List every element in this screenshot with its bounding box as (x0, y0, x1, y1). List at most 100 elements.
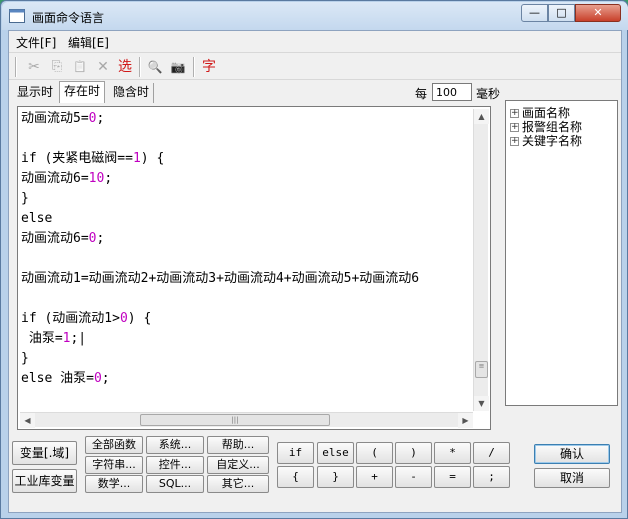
code-text: else (21, 211, 53, 226)
copy-icon[interactable]: ⎘ (47, 57, 67, 77)
code-text: if (夹紧电磁阀== (21, 151, 133, 166)
minimize-button[interactable]: — (521, 4, 548, 22)
tree-item-label: 报警组名称 (522, 120, 583, 134)
help-button[interactable]: 帮助... (207, 436, 269, 454)
string-functions-button[interactable]: 字符串... (85, 456, 143, 474)
interval-unit-label: 毫秒 (476, 87, 501, 101)
scroll-right-icon[interactable]: ▶ (458, 413, 473, 428)
math-functions-button[interactable]: 数学... (85, 475, 143, 493)
replace-icon[interactable]: 📷 (168, 57, 188, 77)
operator-button[interactable]: ( (356, 442, 393, 464)
operator-button[interactable]: else (317, 442, 354, 464)
sql-functions-button[interactable]: SQL... (146, 475, 204, 493)
find-binoculars-icon[interactable]: 🔍 (145, 57, 165, 77)
other-functions-button[interactable]: 其它... (207, 475, 269, 493)
code-line[interactable]: else (21, 209, 52, 229)
scroll-up-icon[interactable]: ▲ (474, 109, 489, 124)
name-tree-view[interactable]: + 画面名称 + 报警组名称 + 关键字名称 (505, 100, 618, 406)
tab-exist-time[interactable]: 存在时 (59, 81, 106, 103)
code-line[interactable]: 动画流动6=0; (21, 229, 104, 249)
expand-plus-icon[interactable]: + (510, 137, 519, 146)
variable-field-button[interactable]: 变量[.域] (12, 441, 77, 465)
code-number-literal: 10 (88, 171, 105, 186)
code-line[interactable]: 动画流动1=动画流动2+动画流动3+动画流动4+动画流动5+动画流动6 (21, 269, 419, 289)
code-text: ; (101, 371, 110, 386)
select-all-button[interactable]: 选 (115, 57, 135, 77)
code-number-literal: 0 (93, 371, 102, 386)
industrial-library-variable-button[interactable]: 工业库变量 (12, 469, 77, 493)
expand-plus-icon[interactable]: + (510, 109, 519, 118)
cut-icon[interactable]: ✂ (24, 57, 44, 77)
interval-input[interactable] (432, 83, 472, 101)
toolbar-separator (139, 57, 141, 77)
operator-button[interactable]: - (395, 466, 432, 488)
cancel-button[interactable]: 取消 (534, 468, 610, 488)
vertical-scrollbar[interactable]: ▲ ≡ ▼ (473, 109, 489, 411)
code-line[interactable]: } (21, 189, 29, 209)
tree-item-alarm-group-names[interactable]: + 报警组名称 (510, 120, 582, 134)
code-text: ) { (127, 311, 152, 326)
menu-edit[interactable]: 编辑[E] (68, 34, 109, 51)
tree-item-keyword-names[interactable]: + 关键字名称 (510, 134, 582, 148)
operator-button[interactable]: { (277, 466, 314, 488)
vertical-scroll-thumb[interactable]: ≡ (475, 361, 488, 378)
custom-functions-button[interactable]: 自定义... (207, 456, 269, 474)
system-functions-button[interactable]: 系统... (146, 436, 204, 454)
code-text: if (动画流动1> (21, 311, 120, 326)
scroll-down-icon[interactable]: ▼ (474, 396, 489, 411)
operator-button[interactable]: = (434, 466, 471, 488)
code-text: ) { (140, 151, 165, 166)
expand-plus-icon[interactable]: + (510, 123, 519, 132)
horizontal-scroll-thumb[interactable]: ||| (140, 414, 330, 426)
code-line[interactable]: if (动画流动1>0) { (21, 309, 151, 329)
operator-button[interactable]: if (277, 442, 314, 464)
maximize-button[interactable]: □ (548, 4, 575, 22)
code-line[interactable]: if (夹紧电磁阀==1) { (21, 149, 164, 169)
window-title: 画面命令语言 (32, 11, 105, 25)
operator-button[interactable]: / (473, 442, 510, 464)
script-editor[interactable]: 动画流动5=0; if (夹紧电磁阀==1) {动画流动6=10;} else 动画流… (17, 106, 491, 430)
code-text: 动画流动5= (21, 111, 89, 126)
toolbar: ✂ ⎘ 📋 ✕ 选 🔍 📷 字 (9, 52, 621, 80)
code-text: 动画流动1=动画流动2+动画流动3+动画流动4+动画流动5+动画流动6 (21, 271, 420, 286)
code-line[interactable]: } (21, 349, 29, 369)
tree-item-label: 关键字名称 (522, 134, 583, 148)
tab-show-time[interactable]: 显示时 (13, 83, 57, 103)
code-number-literal: 1 (132, 151, 141, 166)
scroll-left-icon[interactable]: ◀ (20, 413, 35, 428)
code-line[interactable]: else 油泵=0; (21, 369, 110, 389)
close-button[interactable]: ✕ (575, 4, 621, 22)
code-text: ; (96, 231, 105, 246)
font-button[interactable]: 字 (199, 57, 219, 77)
operator-button[interactable]: ; (473, 466, 510, 488)
code-number-literal: 0 (119, 311, 128, 326)
operator-button[interactable]: } (317, 466, 354, 488)
code-text: 动画流动6= (21, 171, 89, 186)
code-text: } (21, 351, 29, 366)
operator-button[interactable]: ) (395, 442, 432, 464)
tab-hidden-time[interactable]: 隐含时 (109, 83, 155, 103)
code-area[interactable]: 动画流动5=0; if (夹紧电磁阀==1) {动画流动6=10;} else 动画流… (20, 109, 470, 407)
ok-button[interactable]: 确认 (534, 444, 610, 464)
code-text: } (21, 191, 29, 206)
horizontal-scrollbar[interactable]: ◀ ||| ▶ (20, 412, 473, 428)
app-window-icon (9, 9, 25, 23)
code-line[interactable]: 动画流动6=10; (21, 169, 112, 189)
code-text: ; (104, 171, 113, 186)
toolbar-separator (193, 57, 195, 77)
code-line[interactable]: 动画流动5=0; (21, 109, 104, 129)
delete-icon[interactable]: ✕ (93, 57, 113, 77)
operator-button[interactable]: + (356, 466, 393, 488)
menu-file[interactable]: 文件[F] (16, 34, 56, 51)
code-text: else 油泵= (21, 371, 94, 386)
control-functions-button[interactable]: 控件... (146, 456, 204, 474)
code-text: ; (96, 111, 105, 126)
all-functions-button[interactable]: 全部函数 (85, 436, 143, 454)
code-text: 动画流动6= (21, 231, 89, 246)
code-line[interactable]: 油泵=1;| (21, 329, 86, 349)
tree-item-screen-names[interactable]: + 画面名称 (510, 106, 570, 120)
menu-bar: 文件[F] 编辑[E] (9, 31, 621, 51)
title-bar[interactable]: 画面命令语言 — □ ✕ (2, 2, 628, 30)
operator-button[interactable]: * (434, 442, 471, 464)
paste-icon[interactable]: 📋 (70, 57, 90, 77)
